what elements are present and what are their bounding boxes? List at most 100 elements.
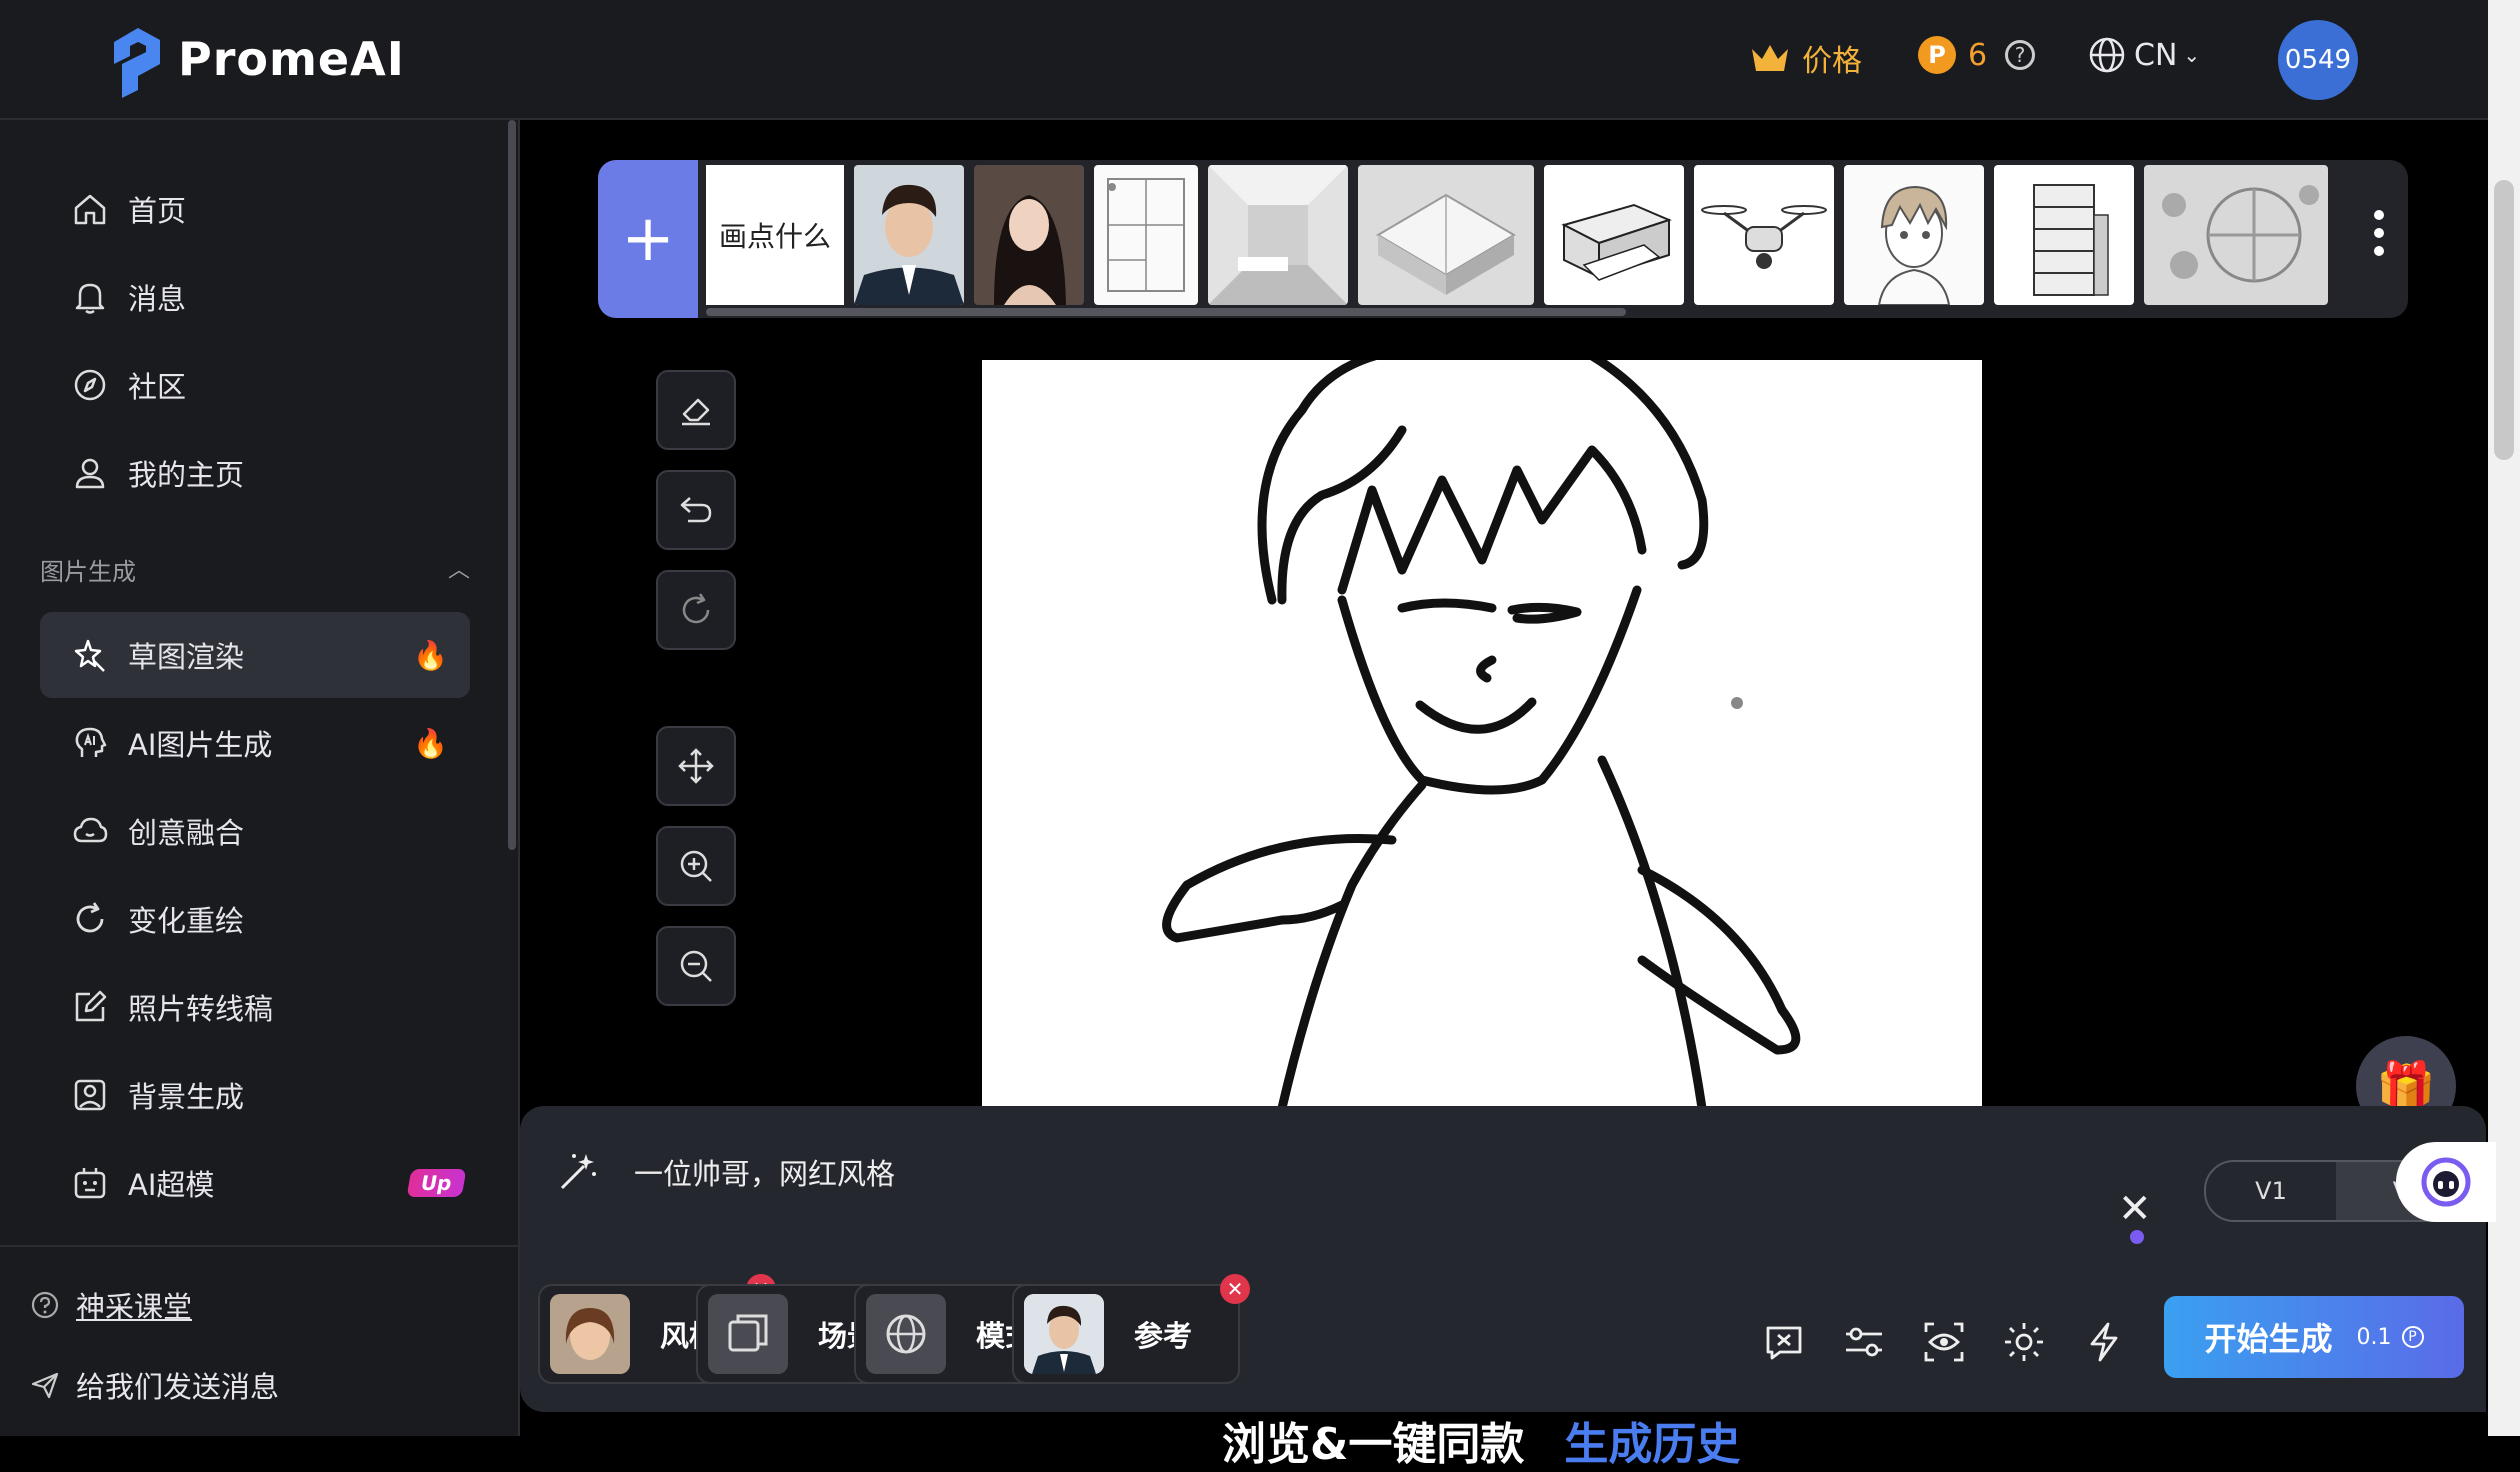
user-icon <box>70 453 110 493</box>
template-thumb-landscape-plan[interactable] <box>2144 165 2328 305</box>
reference-thumbnail <box>1024 1294 1104 1374</box>
remove-reference-icon[interactable]: ✕ <box>1220 1274 1250 1304</box>
up-badge: Up <box>406 1169 467 1197</box>
pricing-label: 价格 <box>1802 44 1862 79</box>
template-thumb-anime-boy[interactable] <box>1844 165 1984 305</box>
settings-sliders-button[interactable] <box>1840 1318 1888 1366</box>
sidebar-scrollbar[interactable] <box>508 120 516 850</box>
language-selector[interactable]: CN ⌄ <box>2088 36 2200 74</box>
drawing-canvas[interactable] <box>982 360 1982 1108</box>
template-thumb-woman[interactable] <box>974 165 1084 305</box>
template-text-card[interactable]: 画点什么 <box>706 165 844 305</box>
coin-icon: P <box>1918 36 1956 74</box>
image-icon <box>70 1075 110 1115</box>
sidebar-item-variation-redraw[interactable]: 变化重绘 <box>40 876 470 962</box>
below-fold-heading: 浏览&一键同款 生成历史 <box>1222 1408 1740 1472</box>
sidebar-item-ai-supermodel[interactable]: AI超模 Up <box>40 1140 470 1226</box>
sidebar-item-label: 照片转线稿 <box>128 992 274 1026</box>
version-v1[interactable]: V1 <box>2206 1162 2336 1220</box>
sidebar-item-background-gen[interactable]: 背景生成 <box>40 1052 470 1138</box>
template-thumb-floorplan[interactable] <box>1094 165 1198 305</box>
sidebar-item-sketch-render[interactable]: 草图渲染 🔥 <box>40 612 470 698</box>
template-thumb-man[interactable] <box>854 165 964 305</box>
sketch-star-icon <box>70 635 110 675</box>
credits-display[interactable]: P 6 ? <box>1918 36 2036 74</box>
card-label: 参考 <box>1134 1319 1193 1353</box>
sidebar-item-creative-fusion[interactable]: 创意融合 <box>40 788 470 874</box>
crown-icon <box>1752 45 1788 71</box>
preview-eye-button[interactable] <box>1920 1318 1968 1366</box>
template-thumb-drone[interactable] <box>1694 165 1834 305</box>
sidebar-item-home[interactable]: 首页 <box>40 166 470 252</box>
question-icon <box>31 1291 59 1319</box>
edit-icon <box>70 987 110 1027</box>
compass-icon <box>70 365 110 405</box>
fast-mode-button[interactable] <box>2080 1318 2128 1366</box>
template-strip-scrollbar[interactable] <box>706 308 1626 316</box>
template-thumb-printer[interactable] <box>1544 165 1684 305</box>
sidebar-item-messages[interactable]: 消息 <box>40 254 470 340</box>
promeai-logo-icon <box>114 28 160 98</box>
clear-prompt-icon[interactable]: ✕ <box>2118 1186 2152 1232</box>
sidebar-item-label: 我的主页 <box>128 458 245 492</box>
ai-head-icon <box>70 723 110 763</box>
sidebar-link-send-message[interactable]: 给我们发送消息 <box>30 1364 279 1406</box>
sidebar-item-ai-image[interactable]: AI图片生成 🔥 <box>40 700 470 786</box>
refresh-icon <box>70 899 110 939</box>
zoom-out-icon <box>680 950 712 982</box>
history-link[interactable]: 生成历史 <box>1564 1419 1740 1470</box>
chevron-up-icon: ︿ <box>447 558 470 583</box>
zoom-in-button[interactable] <box>656 826 736 906</box>
template-thumb-interior[interactable] <box>1208 165 1348 305</box>
more-vertical-icon[interactable] <box>2374 210 2384 264</box>
sidebar-link-academy[interactable]: 神采课堂 <box>30 1284 192 1326</box>
negative-prompt-button[interactable] <box>1760 1318 1808 1366</box>
generate-label: 开始生成 <box>2204 1320 2333 1358</box>
eye-scan-icon <box>1924 1322 1964 1362</box>
bell-icon <box>70 277 110 317</box>
pricing-link[interactable]: 价格 <box>1750 36 1862 80</box>
sidebar-item-label: AI图片生成 <box>128 728 273 762</box>
add-sketch-button[interactable]: + <box>598 160 698 318</box>
eraser-button[interactable] <box>656 370 736 450</box>
help-icon[interactable]: ? <box>2005 40 2036 70</box>
undo-icon <box>680 497 712 523</box>
sidebar-divider <box>0 1245 518 1247</box>
fire-icon: 🔥 <box>413 638 448 672</box>
fire-icon: 🔥 <box>413 726 448 760</box>
move-button[interactable] <box>656 726 736 806</box>
section-header-image-gen[interactable]: 图片生成 ︿ <box>40 552 470 587</box>
browse-heading: 浏览&一键同款 <box>1222 1419 1525 1470</box>
sidebar-item-label: 首页 <box>128 194 187 228</box>
brightness-button[interactable] <box>2000 1318 2048 1366</box>
prompt-text: 一位帅哥，网红风格 <box>634 1157 896 1191</box>
template-thumb-3d-room[interactable] <box>1358 165 1534 305</box>
credits-count: 6 <box>1968 37 1988 73</box>
user-avatar[interactable]: 0549 <box>2278 20 2358 100</box>
sidebar-item-community[interactable]: 社区 <box>40 342 470 428</box>
sidebar-item-photo-to-lineart[interactable]: 照片转线稿 <box>40 964 470 1050</box>
generate-cost: 0.1 <box>2356 1324 2392 1350</box>
sliders-icon <box>1846 1327 1882 1357</box>
robot-icon <box>70 1163 110 1203</box>
zoom-out-button[interactable] <box>656 926 736 1006</box>
chat-x-icon <box>1766 1326 1802 1360</box>
reference-option-card[interactable]: 参考 ✕ <box>1012 1274 1250 1384</box>
brand-logo[interactable]: PromeAI <box>108 20 405 98</box>
sidebar-item-label: 消息 <box>128 282 187 316</box>
sidebar-item-label: 社区 <box>128 370 187 404</box>
redo-button[interactable] <box>656 570 736 650</box>
mode-globe-icon <box>866 1294 946 1374</box>
template-thumb-building[interactable] <box>1994 165 2134 305</box>
eraser-icon <box>682 398 710 426</box>
prompt-area[interactable]: 一位帅哥，网红风格 <box>556 1150 895 1194</box>
magic-wand-icon <box>560 1154 596 1190</box>
generate-button[interactable]: 开始生成 0.1 P <box>2164 1296 2464 1378</box>
status-dot <box>2130 1230 2144 1244</box>
brand-name: PromeAI <box>178 32 405 86</box>
page-scrollbar-thumb[interactable] <box>2494 180 2514 460</box>
home-icon <box>70 189 110 229</box>
sidebar-item-my-page[interactable]: 我的主页 <box>40 430 470 516</box>
undo-button[interactable] <box>656 470 736 550</box>
assistant-bot-button[interactable] <box>2396 1142 2496 1222</box>
